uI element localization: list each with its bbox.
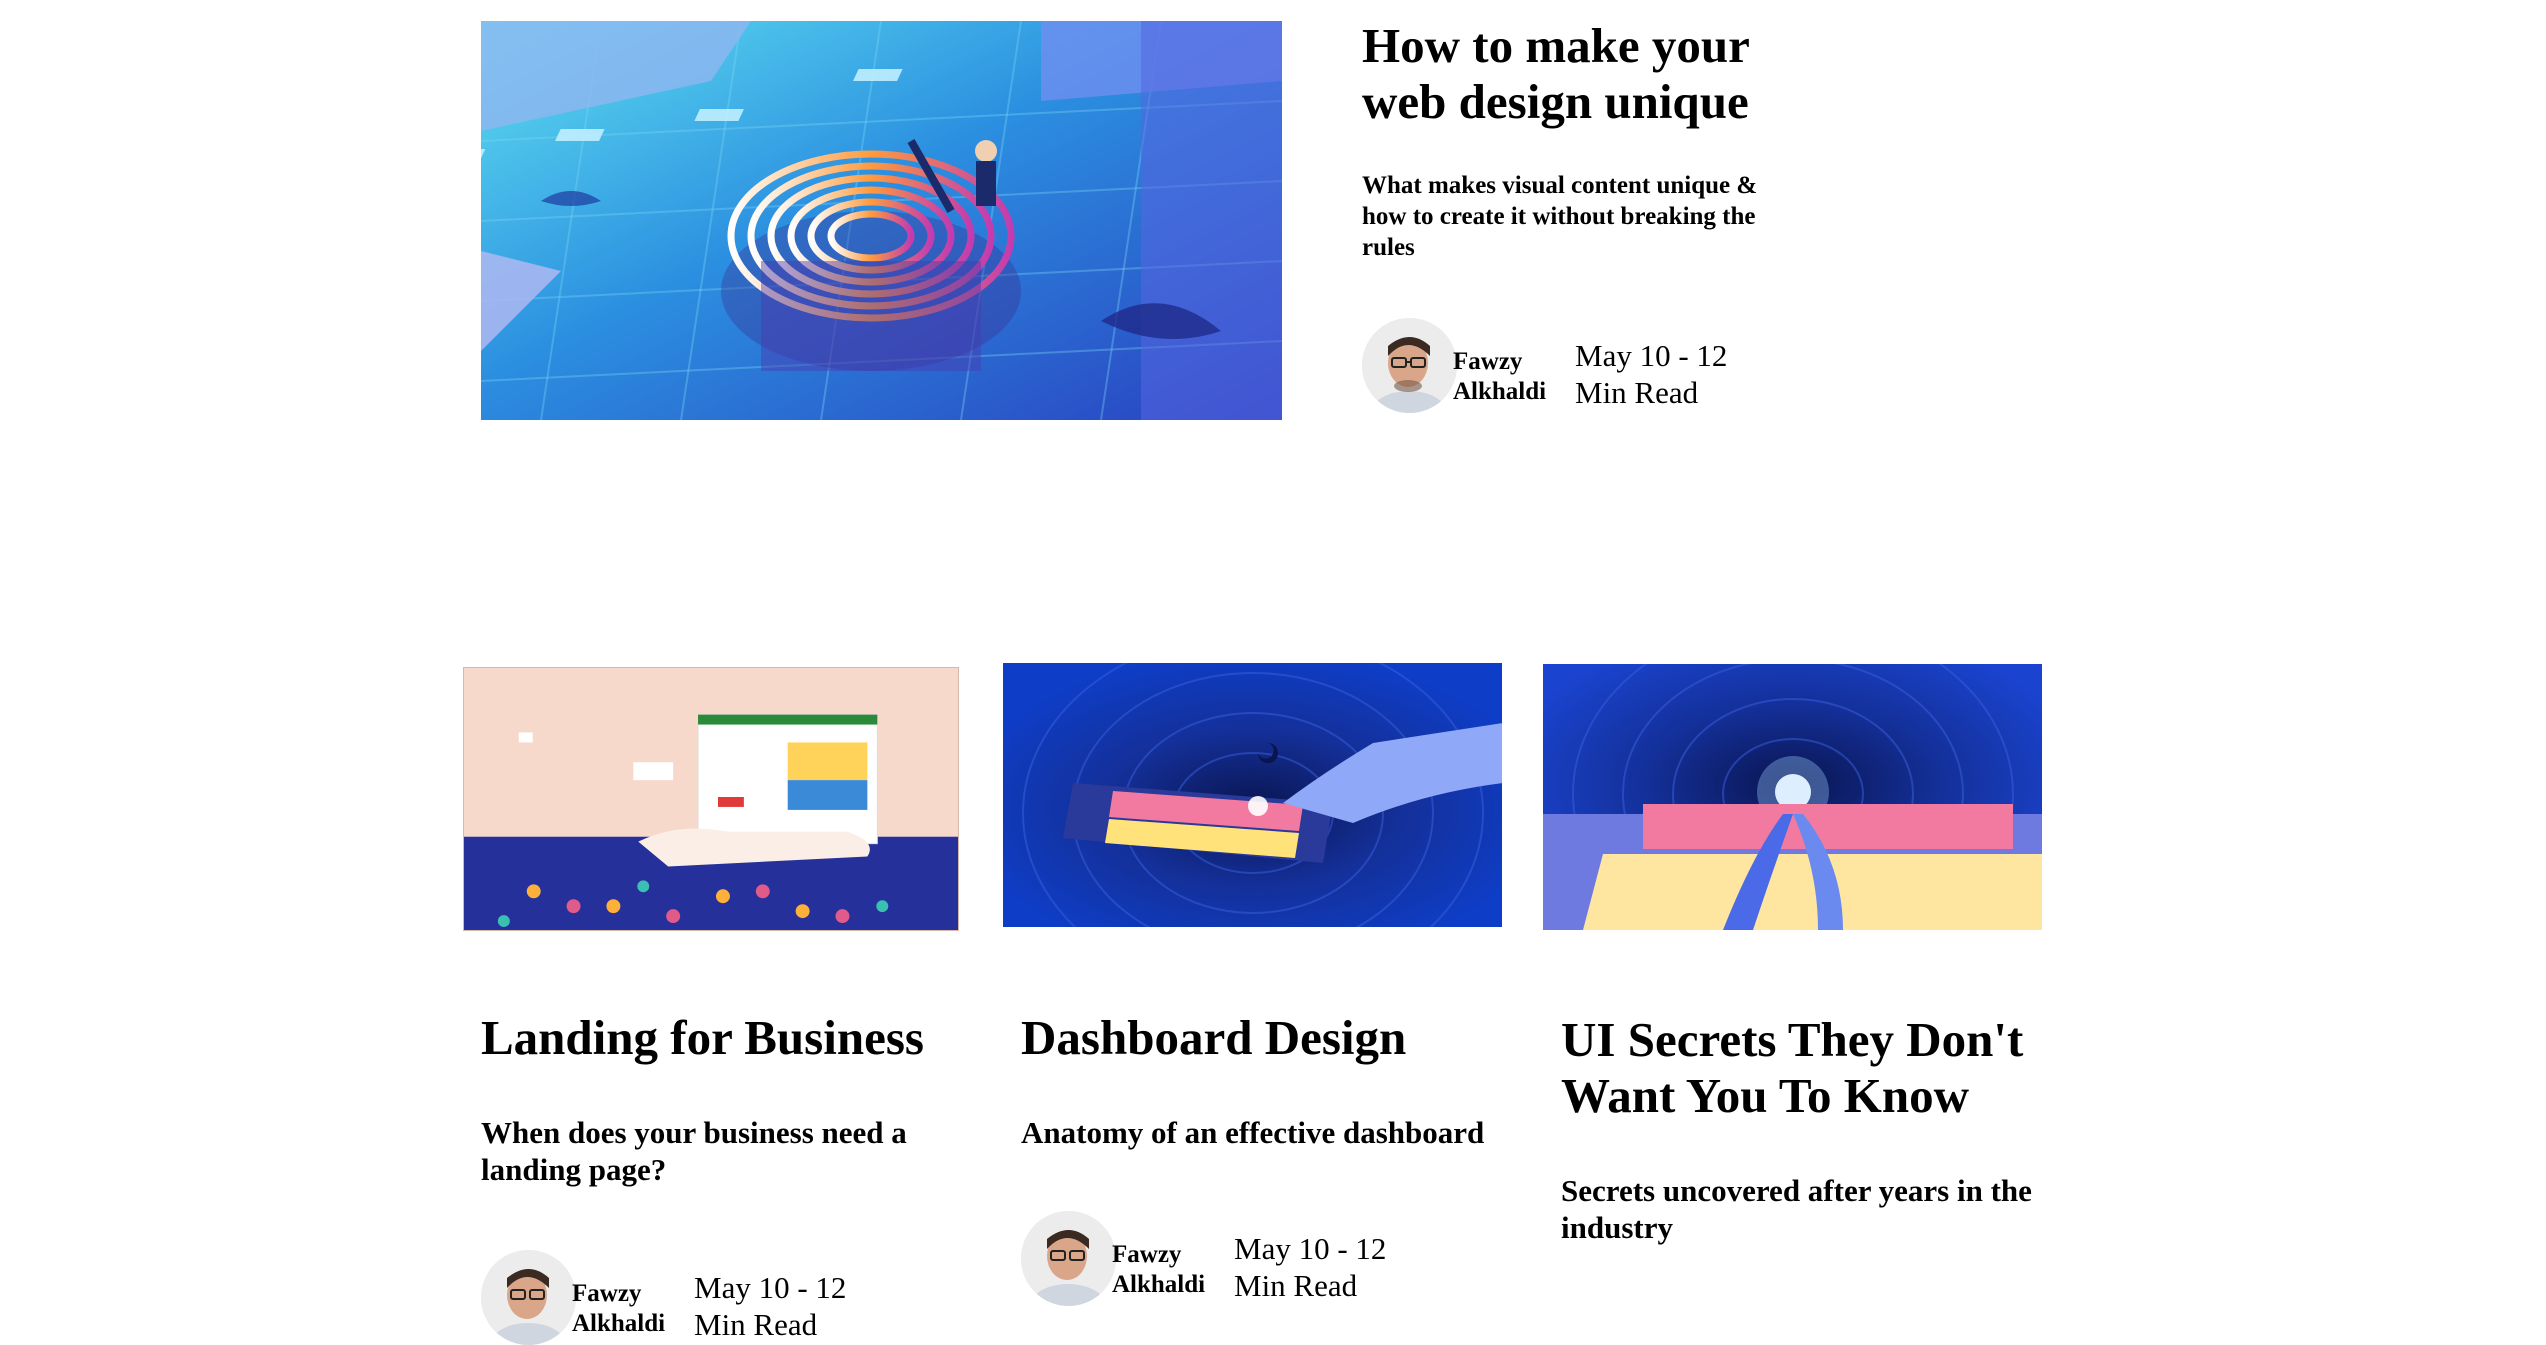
card-subtitle-dashboard: Anatomy of an effective dashboard <box>1021 1115 1485 1150</box>
card-author-row-dashboard: Fawzy Alkhaldi May 10 - 12 Min Read <box>1021 1211 1414 1306</box>
author-name[interactable]: Fawzy Alkhaldi <box>1112 1240 1222 1300</box>
card-subtitle-ui-secrets: Secrets uncovered after years in the ind… <box>1561 1173 2032 1245</box>
featured-title[interactable]: How to make your web design unique <box>1362 18 1802 130</box>
featured-article-image[interactable] <box>481 21 1282 420</box>
author-avatar <box>481 1250 576 1345</box>
card-image-ui-secrets[interactable] <box>1543 664 2042 930</box>
card-author-row-landing: Fawzy Alkhaldi May 10 - 12 Min Read <box>481 1250 874 1345</box>
author-avatar <box>1362 318 1457 413</box>
card-image-landing[interactable] <box>463 667 959 931</box>
featured-subtitle: What makes visual content unique & how t… <box>1362 172 1758 261</box>
post-meta: May 10 - 12 Min Read <box>1234 1231 1387 1303</box>
card-title-landing[interactable]: Landing for Business <box>481 1010 961 1066</box>
featured-author-row: Fawzy Alkhaldi May 10 - 12 Min Read <box>1362 318 1755 413</box>
post-meta: May 10 - 12 Min Read <box>1575 338 1728 410</box>
card-title-dashboard[interactable]: Dashboard Design <box>1021 1010 1501 1066</box>
card-image-dashboard[interactable] <box>1003 663 1502 927</box>
post-meta: May 10 - 12 Min Read <box>694 1270 847 1342</box>
author-avatar <box>1021 1211 1116 1306</box>
author-name[interactable]: Fawzy Alkhaldi <box>572 1279 682 1339</box>
author-name[interactable]: Fawzy Alkhaldi <box>1453 347 1563 407</box>
card-title-ui-secrets[interactable]: UI Secrets They Don't Want You To Know <box>1561 1012 2041 1124</box>
card-subtitle-landing: When does your business need a landing p… <box>481 1115 907 1187</box>
